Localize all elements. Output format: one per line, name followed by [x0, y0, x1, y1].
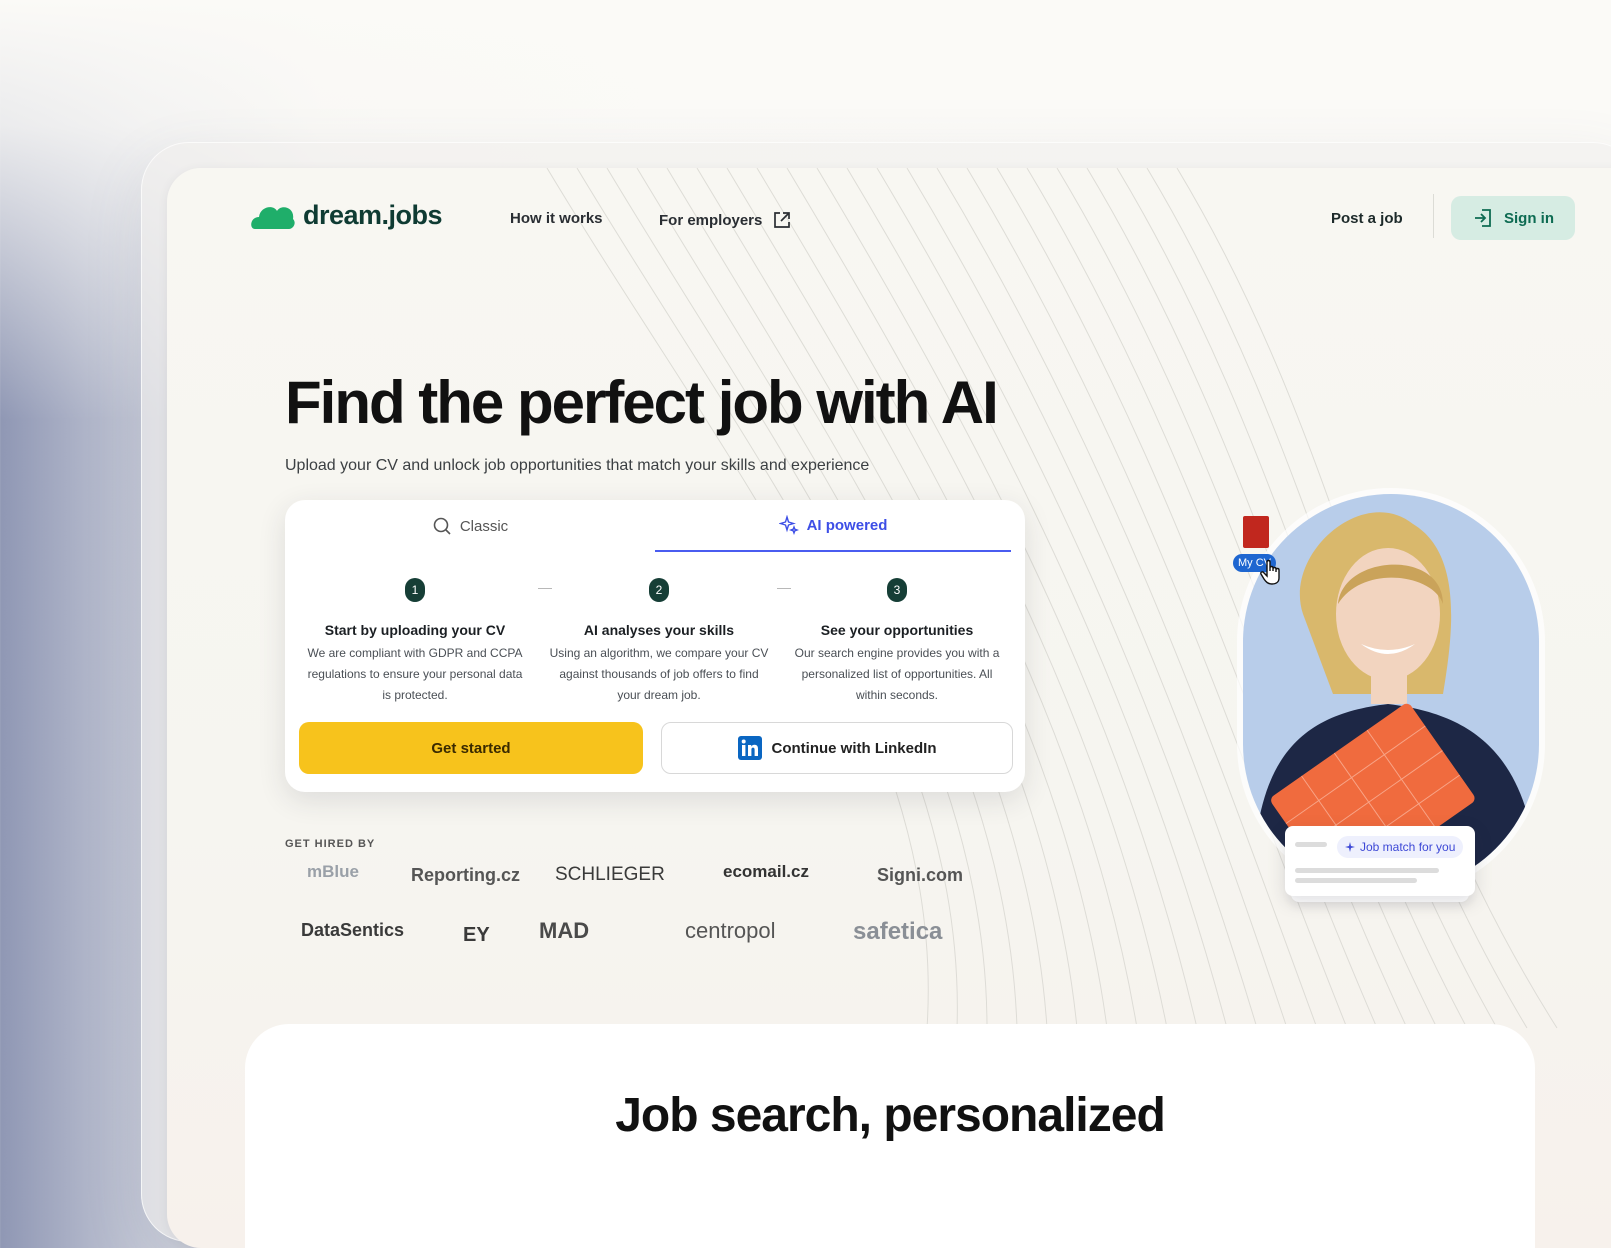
company-logo: safetica	[853, 918, 943, 945]
step-number: 2	[649, 578, 669, 602]
placeholder-bar	[1295, 868, 1439, 873]
step-3: 3 See your opportunities Our search engi…	[779, 578, 1015, 706]
linkedin-button[interactable]: Continue with LinkedIn	[661, 722, 1013, 774]
step-description: We are compliant with GDPR and CCPA regu…	[307, 646, 523, 702]
nav-how-it-works-label: How it works	[510, 210, 603, 227]
sign-in-icon	[1475, 209, 1491, 227]
company-logo: DataSentics	[301, 920, 405, 940]
company-logo: Reporting.cz	[411, 865, 521, 885]
hero-subtitle: Upload your CV and unlock job opportunit…	[285, 457, 870, 474]
sparkle-icon	[778, 515, 799, 535]
nav-for-employers-label: For employers	[659, 211, 763, 229]
nav-how-it-works[interactable]: How it works	[510, 210, 603, 227]
company-logo: MAD	[539, 918, 590, 943]
nav-divider	[1433, 194, 1434, 238]
step-title: AI analyses your skills	[583, 622, 735, 638]
landing-page: dream.jobs How it works For employers Po…	[167, 168, 1611, 1248]
company-logo: EY	[463, 924, 490, 946]
post-job-link[interactable]: Post a job	[1331, 210, 1403, 227]
tab-classic-label: Classic	[459, 517, 509, 535]
placeholder-bar	[1295, 842, 1327, 847]
job-match-pill: Job match for you	[1337, 836, 1464, 858]
external-link-icon	[774, 212, 791, 228]
nav-for-employers[interactable]: For employers	[659, 210, 792, 230]
personalized-section: Job search, personalized	[245, 1024, 1535, 1248]
job-match-card: Job match for you	[1285, 826, 1475, 896]
cv-document-icon	[1243, 516, 1269, 548]
sparkle-icon	[1345, 842, 1355, 852]
company-logo: mBlue	[307, 862, 359, 881]
sign-in-button[interactable]: Sign in	[1451, 196, 1575, 240]
step-description: Our search engine provides you with a pe…	[794, 646, 1000, 702]
step-title: Start by uploading your CV	[324, 622, 506, 638]
logo-text: dream.jobs	[303, 200, 443, 230]
step-1: 1 Start by uploading your CV We are comp…	[297, 578, 533, 706]
company-logo: ecomail.cz	[723, 862, 809, 881]
step-description: Using an algorithm, we compare your CV a…	[549, 646, 769, 702]
linkedin-icon	[737, 736, 762, 760]
section-title: Job search, personalized	[615, 1089, 1166, 1142]
tab-ai-powered[interactable]: AI powered	[655, 500, 1011, 552]
company-logo: centropol	[685, 918, 776, 943]
company-logo: Signi.com	[877, 865, 964, 885]
tab-ai-powered-label: AI powered	[806, 516, 888, 534]
step-number: 1	[405, 578, 425, 602]
job-match-label: Job match for you	[1360, 840, 1456, 854]
linkedin-label: Continue with LinkedIn	[771, 739, 937, 757]
search-card: Classic AI powered 1 Start by uploading …	[285, 500, 1025, 792]
step-number: 3	[887, 578, 907, 602]
hand-cursor-icon	[1260, 559, 1280, 585]
hero-title: Find the perfect job with AI	[285, 369, 999, 436]
search-icon	[433, 517, 451, 535]
get-hired-label: GET HIRED BY	[285, 838, 376, 850]
get-started-button[interactable]: Get started	[299, 722, 643, 774]
placeholder-bar	[1295, 878, 1417, 883]
tab-classic[interactable]: Classic	[285, 500, 655, 552]
step-title: See your opportunities	[820, 622, 974, 638]
step-2: 2 AI analyses your skills Using an algor…	[541, 578, 777, 706]
cloud-logo-icon	[251, 206, 295, 229]
logo[interactable]: dream.jobs	[251, 200, 443, 231]
sign-in-label: Sign in	[1504, 209, 1554, 227]
company-logo: SCHLIEGER	[555, 864, 665, 885]
